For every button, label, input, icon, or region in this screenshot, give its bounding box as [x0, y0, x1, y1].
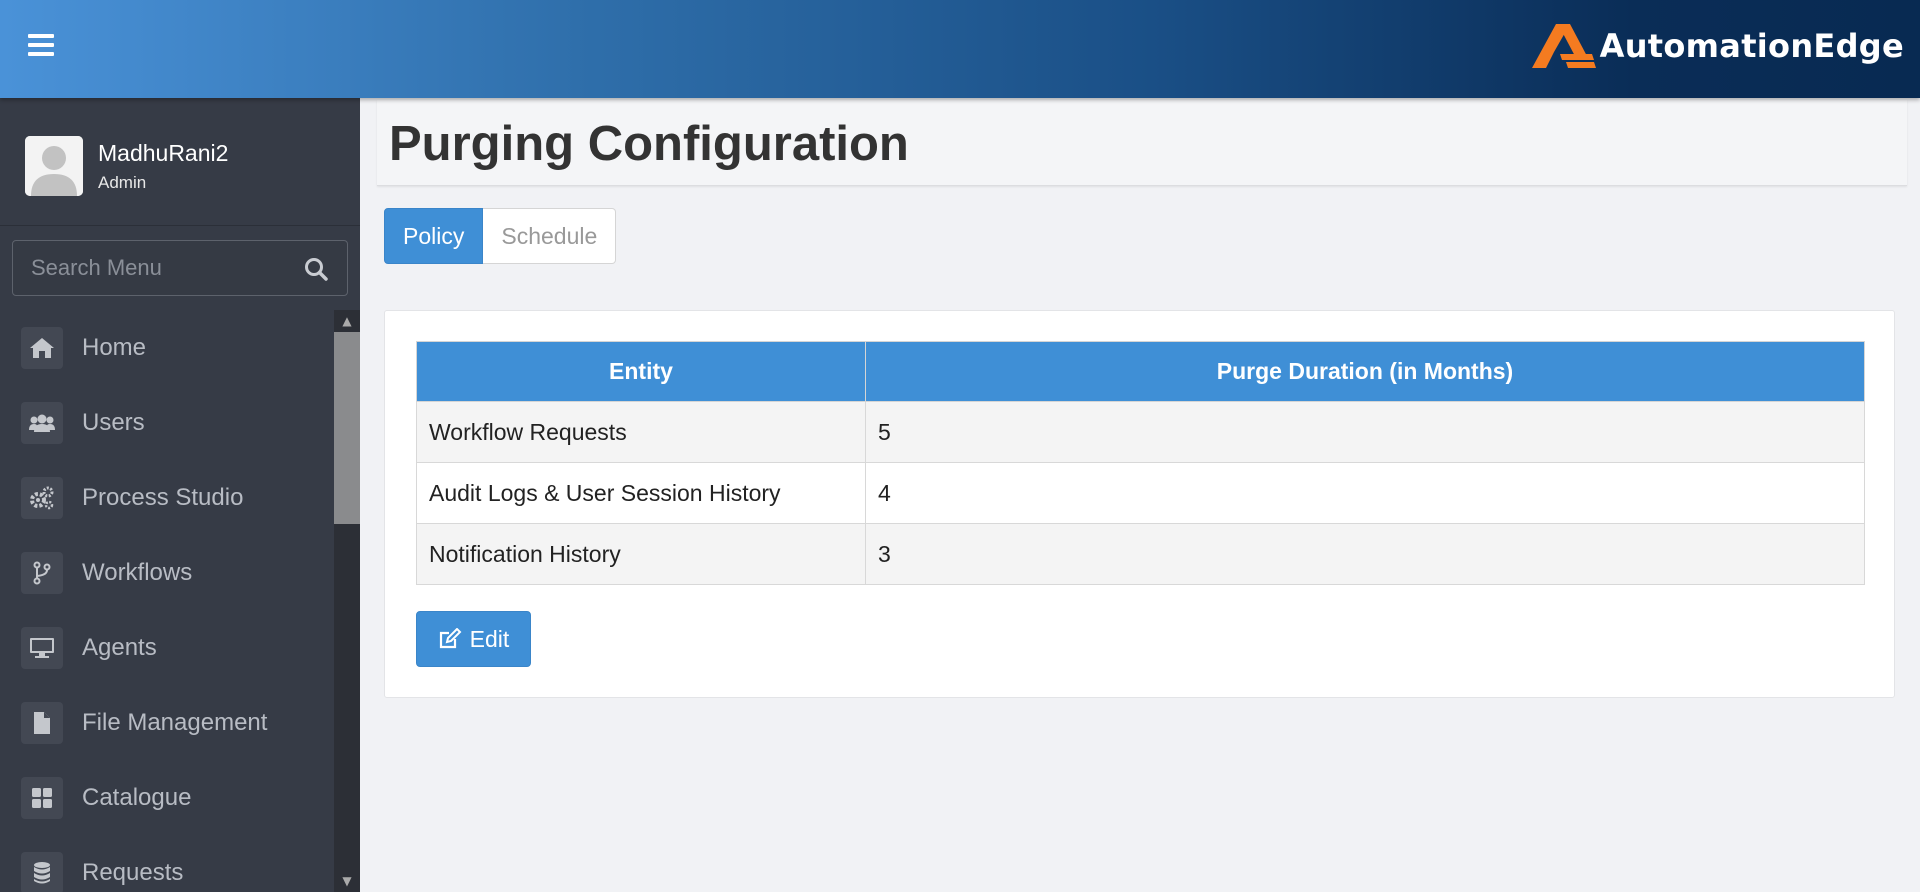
tab-bar: Policy Schedule [384, 208, 617, 264]
database-icon [21, 851, 63, 892]
logo-mark-icon [1531, 24, 1596, 68]
tab-policy[interactable]: Policy [384, 208, 484, 264]
sidebar-item-catalogue[interactable]: Catalogue [0, 760, 334, 835]
tab-schedule[interactable]: Schedule [483, 208, 617, 264]
sidebar-item-label: Requests [82, 858, 184, 886]
user-name: MadhuRani2 [98, 140, 229, 166]
page-title: Purging Configuration [389, 117, 909, 171]
column-header-entity: Entity [416, 341, 866, 402]
sidebar-item-agents[interactable]: Agents [0, 610, 334, 685]
file-icon [21, 701, 63, 744]
logo: AutomationEdge [1530, 18, 1904, 74]
search-input[interactable] [13, 241, 293, 295]
table-row: Workflow Requests 5 [416, 401, 1865, 463]
sidebar-item-users[interactable]: Users [0, 385, 334, 460]
edit-icon [439, 628, 462, 649]
avatar [25, 136, 83, 196]
duration-cell: 4 [865, 462, 1865, 524]
sidebar-item-label: Workflows [82, 558, 193, 586]
entity-cell: Workflow Requests [416, 401, 866, 463]
user-panel: MadhuRani2 Admin [0, 98, 360, 226]
table-header-row: Entity Purge Duration (in Months) [416, 341, 1865, 402]
sidebar-scrollbar[interactable]: ▲ ▼ [334, 310, 360, 892]
user-role: Admin [98, 173, 147, 192]
logo-text: AutomationEdge [1599, 27, 1904, 65]
sidebar-menu: Home Users Process Studio Workflows Agen… [0, 310, 334, 892]
desktop-icon [21, 626, 63, 669]
sidebar-item-requests[interactable]: Requests [0, 835, 334, 892]
sidebar-item-label: Home [82, 333, 147, 361]
gears-icon [21, 476, 63, 519]
code-branch-icon [21, 551, 63, 594]
sidebar-item-label: Agents [82, 633, 157, 661]
edit-button[interactable]: Edit [416, 611, 531, 667]
search-menu-box [12, 240, 348, 296]
purge-policy-table: Entity Purge Duration (in Months) Workfl… [416, 341, 1865, 585]
table-row: Audit Logs & User Session History 4 [416, 462, 1865, 524]
scroll-up-icon[interactable]: ▲ [334, 310, 360, 332]
home-icon [21, 326, 63, 369]
sidebar-item-home[interactable]: Home [0, 310, 334, 385]
sidebar-item-label: Catalogue [82, 783, 192, 811]
edit-button-label: Edit [469, 625, 510, 652]
duration-cell: 3 [865, 523, 1865, 585]
scroll-down-icon[interactable]: ▼ [334, 870, 360, 892]
top-header: AutomationEdge [0, 0, 1920, 98]
sidebar-item-label: Process Studio [82, 483, 244, 511]
policy-card: Entity Purge Duration (in Months) Workfl… [384, 310, 1895, 698]
column-header-purge-duration: Purge Duration (in Months) [865, 341, 1865, 402]
grid-icon [21, 776, 63, 819]
sidebar-item-label: File Management [82, 708, 268, 736]
duration-cell: 5 [865, 401, 1865, 463]
users-icon [21, 401, 63, 444]
entity-cell: Notification History [416, 523, 866, 585]
sidebar-item-workflows[interactable]: Workflows [0, 535, 334, 610]
scrollbar-thumb[interactable] [334, 332, 360, 524]
table-row: Notification History 3 [416, 523, 1865, 585]
hamburger-icon[interactable] [28, 34, 54, 56]
sidebar-item-file-management[interactable]: File Management [0, 685, 334, 760]
entity-cell: Audit Logs & User Session History [416, 462, 866, 524]
sidebar-item-process-studio[interactable]: Process Studio [0, 460, 334, 535]
sidebar-item-label: Users [82, 408, 145, 436]
page-header: Purging Configuration [377, 100, 1907, 186]
user-avatar-icon [25, 136, 83, 196]
search-icon[interactable] [303, 256, 329, 282]
